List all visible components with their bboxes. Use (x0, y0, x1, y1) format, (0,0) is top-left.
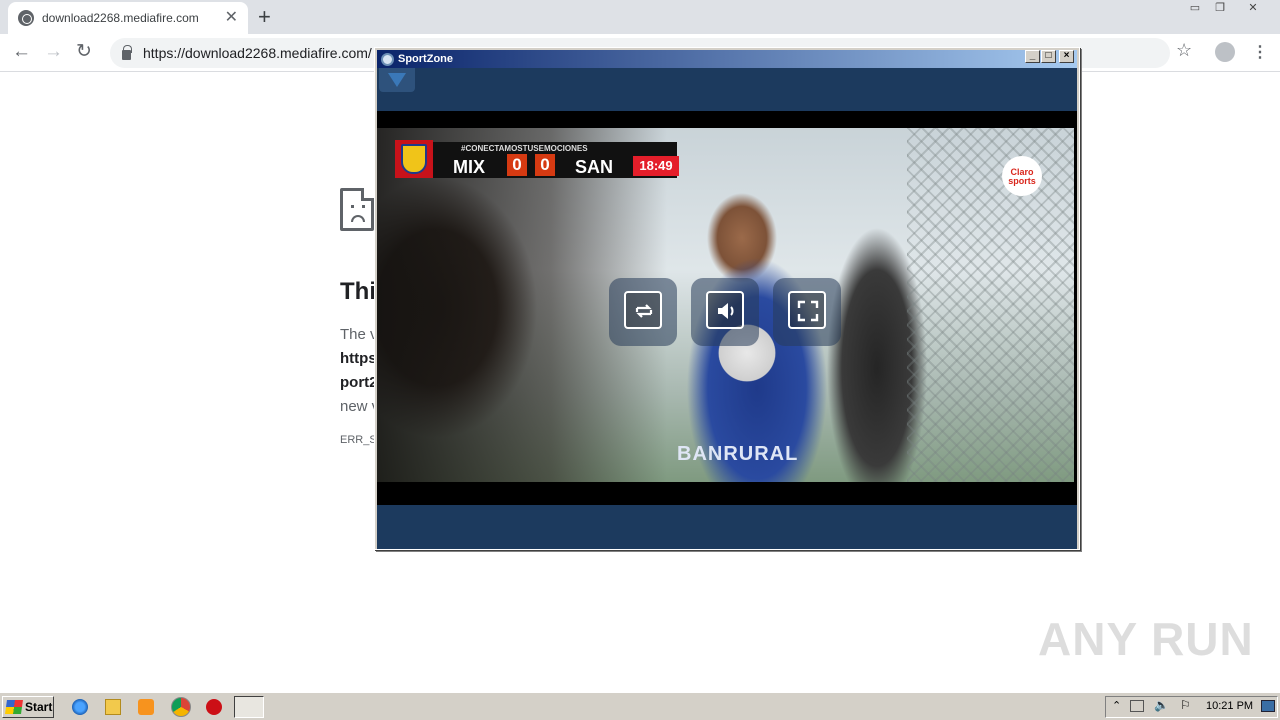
error-text-line: https (340, 350, 377, 367)
globe-icon (18, 10, 34, 26)
error-code: ERR_S (340, 434, 377, 446)
lock-icon (122, 44, 132, 60)
forward-button[interactable]: → (44, 41, 63, 63)
video-frame: #CONECTAMOSTUSEMOCIONES MIX 0 0 SAN 18:4… (377, 111, 1077, 505)
action-center-flag-icon[interactable]: ⚐ (1180, 698, 1191, 712)
start-label: Start (25, 700, 53, 714)
window-minimize-button[interactable]: _ (1025, 50, 1040, 63)
close-window-button[interactable]: ✕ (1242, 0, 1264, 18)
match-clock: 18:49 (633, 156, 679, 176)
broadcaster-logo: Claro sports (1002, 156, 1042, 196)
media-player-icon[interactable] (138, 699, 154, 715)
fullscreen-icon (788, 291, 826, 329)
fence-background (907, 128, 1074, 482)
fullscreen-button[interactable] (773, 278, 841, 346)
tab-title: download2268.mediafire.com (42, 11, 199, 25)
new-tab-button[interactable]: + (258, 6, 271, 28)
player-area: #CONECTAMOSTUSEMOCIONES MIX 0 0 SAN 18:4… (377, 68, 1077, 549)
sportzone-task-button[interactable] (234, 696, 264, 718)
network-icon[interactable] (1130, 700, 1144, 712)
back-button[interactable]: ← (12, 41, 31, 63)
player-controls (609, 278, 841, 348)
home-score: 0 (507, 154, 527, 176)
volume-tray-icon[interactable]: 🔈 (1154, 698, 1169, 712)
scoreboard-hashtag: #CONECTAMOSTUSEMOCIONES (461, 144, 588, 153)
chrome-icon[interactable] (171, 697, 191, 717)
window-titlebar[interactable]: SportZone (377, 50, 1077, 68)
dropdown-arrow-icon[interactable] (379, 68, 415, 92)
volume-icon (706, 291, 744, 329)
folder-icon[interactable] (105, 699, 121, 715)
taskbar: Start ⌃ 🔈 ⚐ (0, 692, 1280, 720)
minimize-button[interactable]: ▭ (1184, 0, 1206, 18)
internet-explorer-icon[interactable] (72, 699, 88, 715)
browser-tab[interactable]: download2268.mediafire.com ✕ (8, 2, 248, 34)
jersey-sponsor-text: BANRURAL (677, 443, 799, 465)
crest-icon (401, 144, 427, 174)
show-desktop-icon[interactable] (1261, 700, 1275, 712)
profile-avatar[interactable] (1215, 42, 1235, 62)
url-text: https://download2268.mediafire.com/ (143, 45, 372, 61)
window-title: SportZone (398, 53, 453, 65)
show-hidden-icons[interactable]: ⌃ (1112, 699, 1121, 712)
start-button[interactable]: Start (2, 696, 54, 718)
anyrun-watermark: ANY RUN (1038, 613, 1254, 665)
error-text-line: port2 (340, 374, 378, 391)
repeat-button[interactable] (609, 278, 677, 346)
error-heading: Thi (340, 278, 376, 305)
window-maximize-button[interactable]: □ (1041, 50, 1056, 63)
reload-button[interactable]: ↻ (76, 41, 92, 63)
home-team: MIX (453, 157, 486, 177)
restore-button[interactable]: ❐ (1209, 0, 1231, 18)
menu-kebab-icon[interactable]: ⋮ (1252, 42, 1268, 62)
repeat-icon (624, 291, 662, 329)
window-close-button[interactable]: × (1059, 50, 1074, 63)
sportzone-window: SportZone _ □ × #CONECTAMOSTUSEMOCIONES … (374, 47, 1080, 550)
away-score: 0 (535, 154, 555, 176)
close-tab-icon[interactable]: ✕ (225, 10, 238, 26)
scoreboard: #CONECTAMOSTUSEMOCIONES MIX 0 0 SAN 18:4… (395, 140, 679, 180)
error-text-line: The v (340, 326, 378, 343)
video-surface[interactable]: #CONECTAMOSTUSEMOCIONES MIX 0 0 SAN 18:4… (377, 128, 1074, 482)
bookmark-star-icon[interactable]: ☆ (1176, 40, 1192, 61)
team-badge (395, 140, 433, 178)
browser-tab-strip: download2268.mediafire.com ✕ + ▭ ❐ ✕ (0, 0, 1280, 34)
windows-logo-icon (5, 700, 23, 714)
away-team: SAN (575, 157, 614, 177)
app-icon (381, 52, 394, 66)
opera-icon[interactable] (206, 699, 222, 715)
taskbar-clock[interactable]: 10:21 PM (1206, 700, 1253, 712)
volume-button[interactable] (691, 278, 759, 346)
sad-page-icon (340, 188, 374, 231)
